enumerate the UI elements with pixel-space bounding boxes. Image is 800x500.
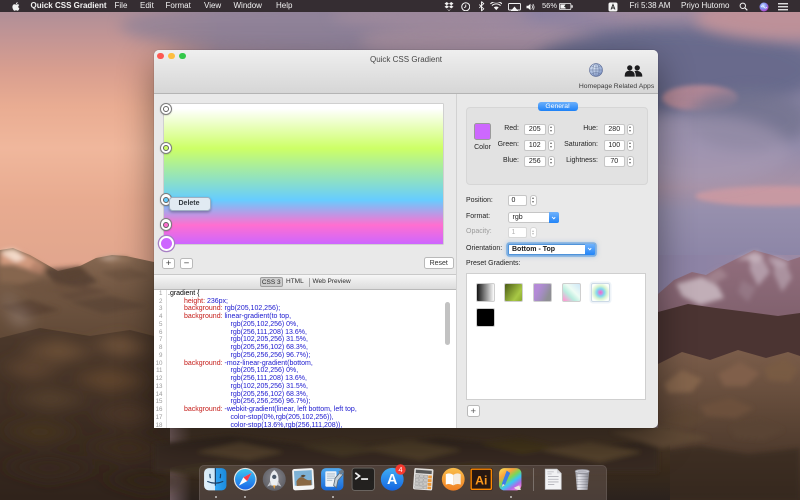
svg-text:Ai: Ai	[475, 473, 487, 487]
svg-text:4: 4	[398, 465, 402, 474]
